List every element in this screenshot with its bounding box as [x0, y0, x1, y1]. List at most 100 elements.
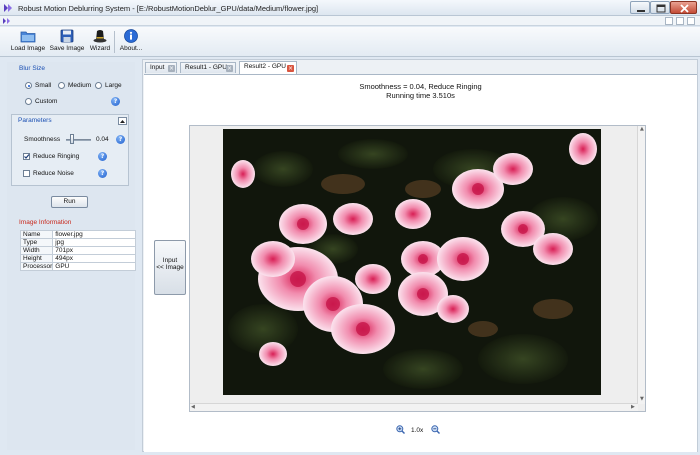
- image-info-table: Name flower.jpg Type jpg Width 701px Height…: [19, 230, 136, 271]
- info-value: flower.jpg: [52, 230, 136, 239]
- smoothness-value: 0.04: [96, 136, 109, 143]
- blur-custom-radio[interactable]: [25, 98, 32, 105]
- tab-label: Result2 - GPU: [244, 63, 286, 70]
- blur-medium-label: Medium: [68, 82, 92, 89]
- title-bar: Robust Motion Deblurring System - [E:/Ro…: [0, 0, 700, 16]
- floppy-icon: [60, 29, 74, 43]
- horizontal-scrollbar[interactable]: ◀ ▶: [190, 403, 638, 411]
- folder-icon: [20, 31, 36, 43]
- tab-result2[interactable]: Result2 - GPU ×: [239, 61, 297, 74]
- chevron-up-icon: [120, 120, 125, 123]
- app-icon: [4, 4, 12, 12]
- info-key: Name: [19, 230, 54, 239]
- info-icon: [124, 29, 138, 43]
- info-key: Width: [19, 246, 54, 255]
- blur-large-radio[interactable]: [95, 82, 102, 89]
- tab-label: Result1 - GPU: [185, 64, 227, 71]
- load-image-button[interactable]: Load Image: [9, 29, 47, 55]
- reduce-ringing-checkbox[interactable]: [23, 153, 30, 160]
- help-icon[interactable]: ?: [98, 152, 107, 161]
- menu-strip: [0, 16, 700, 26]
- blur-custom-label: Custom: [35, 98, 58, 105]
- help-icon[interactable]: ?: [98, 169, 107, 178]
- reduce-noise-label: Reduce Noise: [33, 170, 74, 177]
- maximize-button[interactable]: [650, 1, 670, 14]
- result-caption: Smoothness = 0.04, Reduce Ringing: [359, 82, 482, 91]
- reduce-ringing-label: Reduce Ringing: [33, 153, 80, 160]
- info-value: jpg: [52, 238, 136, 247]
- save-image-button[interactable]: Save Image: [48, 29, 86, 55]
- input-btn-line2: << Image: [156, 264, 184, 271]
- close-tab-icon[interactable]: ×: [226, 65, 233, 72]
- zoom-level: 1.0x: [411, 427, 424, 434]
- info-key: Processor: [19, 262, 54, 271]
- about-label: About...: [119, 45, 143, 52]
- input-btn-line1: Input: [162, 257, 178, 264]
- show-input-button[interactable]: Input << Image: [154, 240, 186, 295]
- zoom-controls: 1.0x: [394, 425, 444, 435]
- checkmark-icon: [24, 154, 30, 159]
- parameters-group: Parameters Smoothness 0.04 ? Reduce Ring…: [11, 114, 129, 186]
- mdi-minimize-button[interactable]: [665, 17, 673, 25]
- toolbar-separator: [114, 31, 115, 53]
- save-image-label: Save Image: [49, 45, 85, 52]
- minimize-icon: [637, 10, 645, 12]
- scroll-right-icon[interactable]: ▶: [631, 405, 635, 410]
- info-value: 494px: [52, 254, 136, 263]
- result-content: Smoothness = 0.04, Reduce Ringing Runnin…: [144, 74, 697, 452]
- blur-small-label: Small: [35, 82, 52, 89]
- scroll-left-icon[interactable]: ◀: [191, 405, 195, 410]
- table-row: Processor GPU: [19, 262, 136, 271]
- scroll-up-icon[interactable]: ▲: [640, 127, 644, 132]
- table-row: Height 494px: [19, 254, 136, 263]
- image-info-title: Image Information: [19, 219, 72, 226]
- result-image: [223, 129, 601, 395]
- vertical-scrollbar[interactable]: ▲ ▼: [637, 126, 645, 404]
- result-panel: Input × Result1 - GPU × Result2 - GPU × …: [142, 59, 698, 452]
- flower-photo: [223, 129, 601, 395]
- zoom-out-icon[interactable]: [431, 425, 440, 434]
- wizard-label: Wizard: [89, 45, 111, 52]
- info-key: Height: [19, 254, 54, 263]
- toolbar: Load Image Save Image Wizard About...: [0, 27, 700, 57]
- close-tab-icon[interactable]: ×: [168, 65, 175, 72]
- run-button[interactable]: Run: [51, 196, 88, 208]
- table-row: Type jpg: [19, 238, 136, 247]
- system-menu-icon[interactable]: [3, 18, 12, 24]
- blur-size-title: Blur Size: [19, 65, 46, 72]
- scroll-down-icon[interactable]: ▼: [640, 397, 644, 402]
- smoothness-slider-thumb[interactable]: [70, 134, 74, 144]
- maximize-icon: [656, 4, 666, 13]
- running-time: Running time 3.510s: [386, 91, 455, 100]
- blur-small-radio[interactable]: [25, 82, 32, 89]
- minimize-button[interactable]: [630, 1, 650, 14]
- load-image-label: Load Image: [10, 45, 46, 52]
- wizard-hat-icon: [93, 30, 107, 43]
- image-viewer[interactable]: ▲ ▼ ◀ ▶: [189, 125, 646, 412]
- table-row: Name flower.jpg: [19, 230, 136, 239]
- reduce-noise-checkbox[interactable]: [23, 170, 30, 177]
- blur-medium-radio[interactable]: [58, 82, 65, 89]
- tab-label: Input: [150, 64, 165, 71]
- close-tab-icon[interactable]: ×: [287, 65, 294, 72]
- close-icon: [680, 4, 689, 13]
- close-button[interactable]: [670, 1, 697, 14]
- wizard-button[interactable]: Wizard: [88, 29, 112, 55]
- mdi-close-button[interactable]: [687, 17, 695, 25]
- zoom-in-icon[interactable]: [396, 425, 405, 434]
- info-value: GPU: [52, 262, 136, 271]
- window-title: Robust Motion Deblurring System - [E:/Ro…: [18, 4, 319, 13]
- blur-large-label: Large: [105, 82, 122, 89]
- tab-input[interactable]: Input ×: [145, 62, 177, 73]
- left-panel: Blur Size Small Medium Large Custom ? Pa…: [7, 62, 136, 450]
- table-row: Width 701px: [19, 246, 136, 255]
- collapse-parameters-button[interactable]: [118, 117, 127, 125]
- info-value: 701px: [52, 246, 136, 255]
- help-icon[interactable]: ?: [111, 97, 120, 106]
- about-button[interactable]: About...: [117, 29, 145, 55]
- info-key: Type: [19, 238, 54, 247]
- mdi-restore-button[interactable]: [676, 17, 684, 25]
- tab-result1[interactable]: Result1 - GPU ×: [180, 62, 236, 73]
- parameters-title: Parameters: [18, 117, 52, 124]
- help-icon[interactable]: ?: [116, 135, 125, 144]
